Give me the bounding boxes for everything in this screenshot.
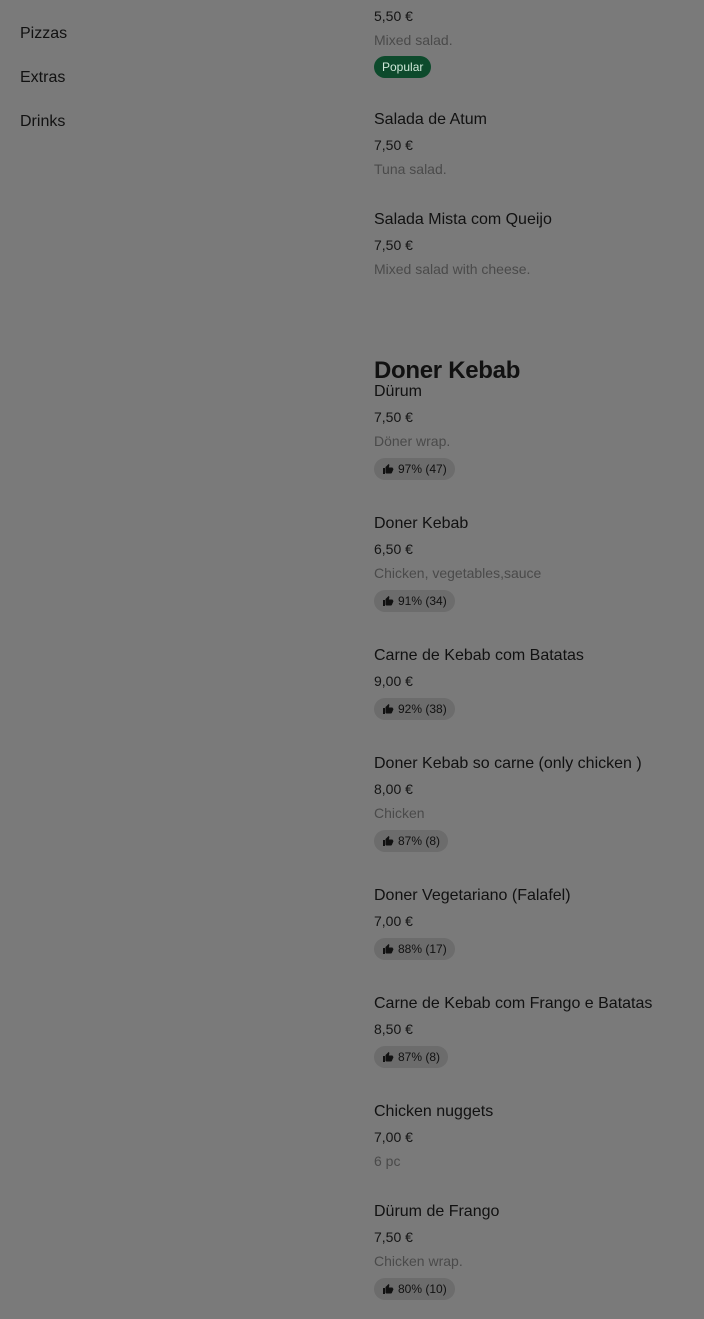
item-price: 7,50 € [374, 137, 413, 153]
thumbs-up-icon [383, 596, 394, 606]
item-price: 6,50 € [374, 541, 413, 557]
item-name: Carne de Kebab com Batatas [374, 647, 584, 664]
menu-item-mixed-salad[interactable]: 5,50 € Mixed salad. Popular [374, 7, 694, 78]
item-price: 7,00 € [374, 1129, 413, 1145]
item-price: 7,50 € [374, 409, 413, 425]
thumbs-up-icon [383, 1284, 394, 1294]
item-name: Doner Vegetariano (Falafel) [374, 887, 571, 904]
item-description: Mixed salad. [374, 32, 453, 48]
sidebar-item-extras[interactable]: Extras [20, 66, 220, 90]
rating-text: 91% (34) [398, 594, 447, 608]
menu-item-durum[interactable]: Dürum 7,50 € Döner wrap. 97% (47) [374, 382, 694, 480]
item-price: 8,00 € [374, 781, 413, 797]
item-price: 9,00 € [374, 673, 413, 689]
item-price: 7,50 € [374, 1229, 413, 1245]
item-description: 6 pc [374, 1153, 401, 1169]
rating-pill: 91% (34) [374, 590, 455, 612]
menu-item-salada-de-atum[interactable]: Salada de Atum 7,50 € Tuna salad. [374, 110, 694, 178]
rating-text: 92% (38) [398, 702, 447, 716]
rating-pill: 97% (47) [374, 458, 455, 480]
rating-text: 97% (47) [398, 462, 447, 476]
item-name: Dürum [374, 383, 423, 400]
rating-text: 87% (8) [398, 1050, 441, 1064]
rating-pill: 87% (8) [374, 830, 449, 852]
item-name: Carne de Kebab com Frango e Batatas [374, 995, 653, 1012]
thumbs-up-icon [383, 464, 394, 474]
menu-item-durum-de-frango[interactable]: Dürum de Frango 7,50 € Chicken wrap. 80%… [374, 1202, 694, 1300]
popular-badge: Popular [374, 56, 432, 78]
rating-text: 87% (8) [398, 834, 441, 848]
item-name: Dürum de Frango [374, 1203, 500, 1220]
rating-pill: 87% (8) [374, 1046, 449, 1068]
item-name: Doner Kebab [374, 515, 469, 532]
category-sidebar: Pizzas Extras Drinks [20, 22, 220, 154]
item-description: Chicken wrap. [374, 1253, 463, 1269]
item-description: Chicken, vegetables,sauce [374, 565, 542, 581]
thumbs-up-icon [383, 836, 394, 846]
rating-pill: 92% (38) [374, 698, 455, 720]
item-price: 5,50 € [374, 8, 413, 24]
item-description: Döner wrap. [374, 433, 451, 449]
item-price: 7,00 € [374, 913, 413, 929]
item-name: Salada Mista com Queijo [374, 211, 552, 228]
rating-text: 88% (17) [398, 942, 447, 956]
item-price: 8,50 € [374, 1021, 413, 1037]
menu-item-chicken-nuggets[interactable]: Chicken nuggets 7,00 € 6 pc [374, 1102, 694, 1170]
sidebar-item-drinks[interactable]: Drinks [20, 110, 220, 134]
thumbs-up-icon [383, 944, 394, 954]
item-description: Chicken [374, 805, 425, 821]
item-price: 7,50 € [374, 237, 413, 253]
menu-item-doner-vegetariano[interactable]: Doner Vegetariano (Falafel) 7,00 € 88% (… [374, 886, 694, 960]
item-name: Salada de Atum [374, 111, 487, 128]
item-description: Mixed salad with cheese. [374, 261, 531, 277]
thumbs-up-icon [383, 1052, 394, 1062]
menu-item-carne-de-kebab-com-batatas[interactable]: Carne de Kebab com Batatas 9,00 € 92% (3… [374, 646, 694, 720]
rating-pill: 88% (17) [374, 938, 455, 960]
item-description: Tuna salad. [374, 161, 447, 177]
rating-text: 80% (10) [398, 1282, 447, 1296]
menu-item-doner-kebab[interactable]: Doner Kebab 6,50 € Chicken, vegetables,s… [374, 514, 694, 612]
rating-pill: 80% (10) [374, 1278, 455, 1300]
sidebar-item-pizzas[interactable]: Pizzas [20, 22, 220, 46]
menu-item-salada-mista-com-queijo[interactable]: Salada Mista com Queijo 7,50 € Mixed sal… [374, 210, 694, 278]
item-name: Doner Kebab so carne (only chicken ) [374, 755, 642, 772]
menu-item-carne-de-kebab-com-frango[interactable]: Carne de Kebab com Frango e Batatas 8,50… [374, 994, 694, 1068]
menu-item-doner-kebab-so-carne[interactable]: Doner Kebab so carne (only chicken ) 8,0… [374, 754, 694, 852]
item-name: Chicken nuggets [374, 1103, 494, 1120]
thumbs-up-icon [383, 704, 394, 714]
